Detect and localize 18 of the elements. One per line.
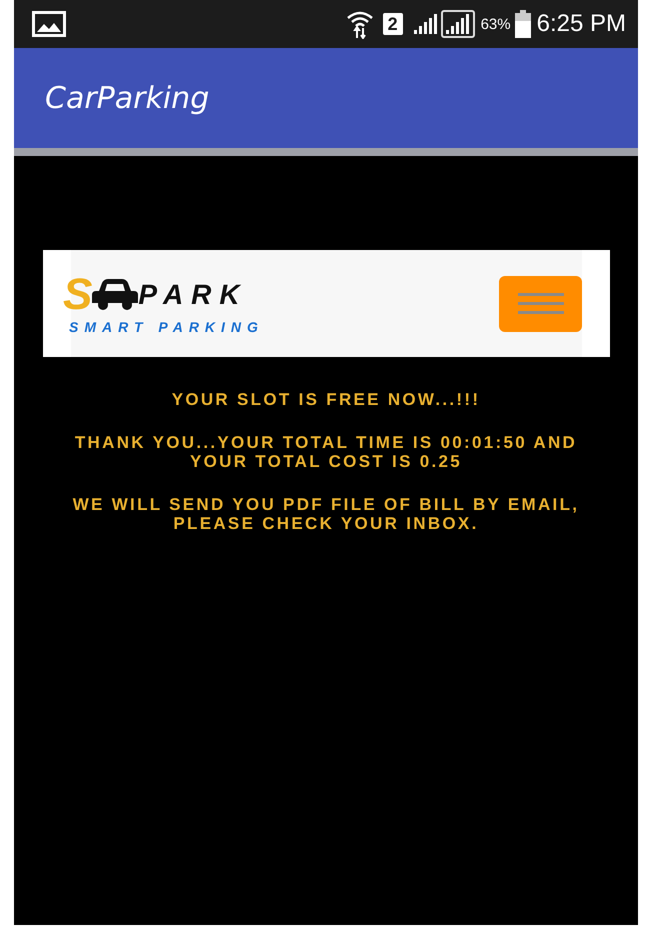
battery-percent: 63% xyxy=(480,16,511,32)
car-icon xyxy=(92,278,138,310)
sim-slot-badge: 2 xyxy=(382,13,403,35)
menu-button[interactable] xyxy=(499,276,582,332)
status-message: YOUR SLOT IS FREE NOW...!!! xyxy=(172,390,480,409)
status-message: THANK YOU...YOUR TOTAL TIME IS 00:01:50 AND YOUR TOTAL COST IS 0.25 xyxy=(74,433,578,471)
logo-word: PARK xyxy=(138,278,248,310)
wifi-icon xyxy=(344,9,375,39)
signal-icon xyxy=(440,10,475,38)
clock-time: 6:25 PM xyxy=(536,10,626,38)
logo-tagline: SMART PARKING xyxy=(69,318,264,334)
signal-icon xyxy=(412,13,439,35)
menu-icon xyxy=(518,290,564,316)
battery-icon xyxy=(514,10,531,38)
status-message: WE WILL SEND YOU PDF FILE OF BILL BY EMAIL, PLEASE CHECK YOUR INBOX. xyxy=(72,495,580,533)
app-title: CarParking xyxy=(45,80,210,116)
logo-letter: S xyxy=(63,272,92,316)
gallery-icon xyxy=(32,11,66,37)
